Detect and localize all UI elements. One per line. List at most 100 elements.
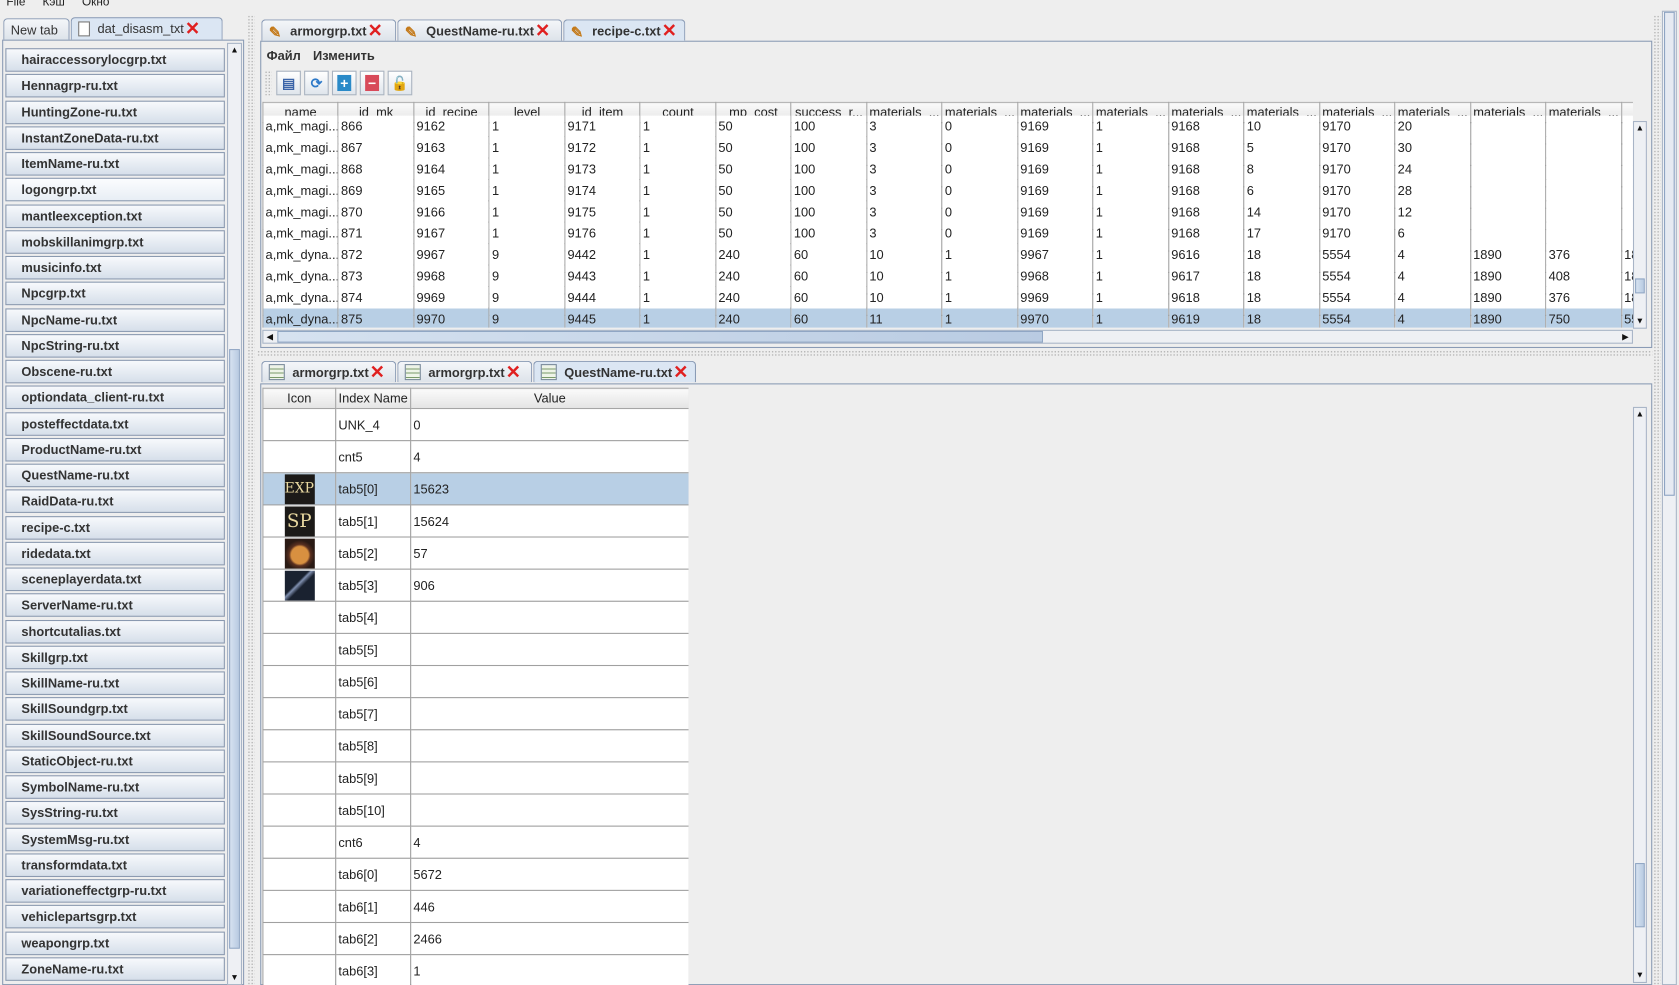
table-cell[interactable]: 1	[488, 178, 566, 202]
index-name-cell[interactable]: tab5[3]	[335, 568, 412, 602]
table-cell[interactable]: 188	[1620, 264, 1633, 287]
file-list-item[interactable]: ServerName-ru.txt	[5, 593, 225, 618]
table-cell[interactable]: 60	[790, 285, 868, 309]
tab-recipe-c-txt[interactable]: ✎ recipe-c.txt ✕	[563, 19, 686, 41]
tab-new-tab[interactable]: New tab	[3, 18, 70, 40]
table-cell[interactable]	[1545, 221, 1622, 245]
table-cell[interactable]: 873	[337, 264, 415, 287]
menu-edit-ru[interactable]: Изменить	[313, 48, 375, 63]
value-cell[interactable]	[410, 697, 689, 731]
index-name-cell[interactable]: cnt5	[335, 440, 412, 474]
file-list-item[interactable]: SysString-ru.txt	[5, 801, 225, 825]
tab-armorgrp-txt[interactable]: ✎ armorgrp.txt ✕	[261, 19, 397, 41]
index-name-cell[interactable]: tab5[6]	[335, 664, 412, 699]
table-cell[interactable]: 100	[790, 221, 868, 245]
table-cell[interactable]: 9167	[413, 221, 490, 245]
file-list-item[interactable]: Obscene-ru.txt	[5, 359, 225, 384]
scroll-up-icon[interactable]: ▲	[1634, 122, 1646, 135]
table-cell[interactable]: 1	[639, 178, 717, 202]
file-list-item[interactable]: shortcutalias.txt	[5, 619, 225, 644]
table-row[interactable]: tab5[9]	[262, 761, 689, 795]
table-cell[interactable]: 1	[488, 135, 566, 159]
table-cell[interactable]: a,mk_dyna...	[262, 243, 339, 266]
table-cell[interactable]: 1	[941, 285, 1019, 309]
file-list-item[interactable]: ridedata.txt	[5, 541, 225, 566]
file-list-item[interactable]: mobskillanimgrp.txt	[5, 229, 225, 254]
table-cell[interactable]: 9967	[1017, 243, 1094, 266]
table-cell[interactable]: a,mk_magi...	[262, 200, 339, 223]
table-cell[interactable]: 30	[1394, 135, 1472, 159]
table-cell[interactable]: 376	[1545, 285, 1622, 309]
table-row[interactable]: a,mk_magi... 868 9164 1 9173 1 50 100 3 0 9169 1 916…	[262, 157, 1633, 180]
table-cell[interactable]: 9968	[413, 264, 490, 287]
refresh-button[interactable]: ⟳	[304, 70, 329, 96]
table-cell[interactable]: 9170	[1318, 200, 1396, 223]
table-cell[interactable]: 9444	[564, 285, 641, 309]
table-cell[interactable]: 9	[488, 243, 566, 266]
table-cell[interactable]: 9	[488, 285, 566, 309]
table-cell[interactable]: 9170	[1318, 178, 1396, 202]
table-cell[interactable]: 9443	[564, 264, 641, 287]
table-row[interactable]: a,mk_magi... 871 9167 1 9176 1 50 100 3 0 9169 1 916…	[262, 221, 1633, 245]
table-cell[interactable]: 9616	[1168, 243, 1245, 266]
table-cell[interactable]: a,mk_magi...	[262, 135, 339, 159]
table-cell[interactable]: 0	[941, 221, 1019, 245]
table-cell[interactable]: 1	[941, 243, 1019, 266]
file-list-item[interactable]: Npcgrp.txt	[5, 281, 225, 306]
value-cell[interactable]: 4	[410, 825, 689, 859]
index-name-cell[interactable]: tab5[8]	[335, 729, 412, 763]
table-cell[interactable]: 1	[1092, 221, 1170, 245]
close-icon[interactable]: ✕	[535, 21, 550, 39]
table-cell[interactable]: 0	[941, 200, 1019, 223]
table-row[interactable]: a,mk_magi... 870 9166 1 9175 1 50 100 3 0 9169 1 916…	[262, 200, 1633, 223]
file-list-item[interactable]: recipe-c.txt	[5, 515, 225, 540]
file-list-item[interactable]: SkillSoundgrp.txt	[5, 697, 225, 721]
file-list-item[interactable]: NpcName-ru.txt	[5, 307, 225, 332]
value-cell[interactable]	[410, 600, 689, 634]
table-row[interactable]: tab6[0] 5672	[262, 857, 689, 891]
file-list-item[interactable]: SymbolName-ru.txt	[5, 775, 225, 799]
file-list-item[interactable]: Hennagrp-ru.txt	[5, 74, 225, 98]
index-name-cell[interactable]: tab6[1]	[335, 889, 412, 924]
table-cell[interactable]: 10	[866, 264, 943, 287]
table-cell[interactable]: 24	[1394, 157, 1472, 180]
table-row[interactable]: a,mk_magi... 869 9165 1 9174 1 50 100 3 0 9169 1 916…	[262, 178, 1633, 202]
table-cell[interactable]: 1	[639, 157, 717, 180]
table-cell[interactable]: 1	[488, 157, 566, 180]
table-cell[interactable]: 18	[1243, 307, 1321, 328]
table-row[interactable]: tab6[1] 446	[262, 889, 689, 924]
table-cell[interactable]: 100	[790, 114, 868, 138]
table-cell[interactable]: 1	[1092, 285, 1170, 309]
table-cell[interactable]: 9445	[564, 307, 641, 328]
unlock-button[interactable]: 🔓	[387, 70, 413, 96]
close-icon[interactable]: ✕	[370, 362, 385, 380]
menu-file-ru[interactable]: Файл	[267, 48, 301, 63]
table-cell[interactable]	[1469, 114, 1547, 138]
column-header[interactable]: Index Name	[335, 387, 412, 410]
close-icon[interactable]: ✕	[506, 362, 521, 380]
table-cell[interactable]: 872	[337, 243, 415, 266]
table-cell[interactable]: 1	[1092, 307, 1170, 328]
table-row[interactable]: cnt6 4	[262, 825, 689, 859]
table-cell[interactable]: 9168	[1168, 135, 1245, 159]
table-cell[interactable]: 1890	[1469, 307, 1547, 328]
file-list-item[interactable]: optiondata_client-ru.txt	[5, 385, 225, 410]
table-cell[interactable]: 1	[941, 264, 1019, 287]
remove-row-button[interactable]: −	[359, 70, 385, 96]
table-cell[interactable]: 1	[488, 200, 566, 223]
table-cell[interactable]: 10	[1243, 114, 1321, 138]
menu-cache[interactable]: Кэш	[43, 0, 65, 9]
table-cell[interactable]: 9163	[413, 135, 490, 159]
table-cell[interactable]: 871	[337, 221, 415, 245]
table-cell[interactable]: 1	[1092, 157, 1170, 180]
table-cell[interactable]: 9166	[413, 200, 490, 223]
value-cell[interactable]: 0	[410, 407, 689, 442]
table-cell[interactable]: 60	[790, 264, 868, 287]
table-cell[interactable]: 9169	[1017, 178, 1094, 202]
add-row-button[interactable]: +	[331, 70, 357, 96]
table-cell[interactable]: 868	[337, 157, 415, 180]
table-cell[interactable]: 9170	[1318, 221, 1396, 245]
table-cell[interactable]: 60	[790, 307, 868, 328]
file-list-item[interactable]: QuestName-ru.txt	[5, 463, 225, 488]
value-cell[interactable]: 15623	[410, 472, 689, 506]
